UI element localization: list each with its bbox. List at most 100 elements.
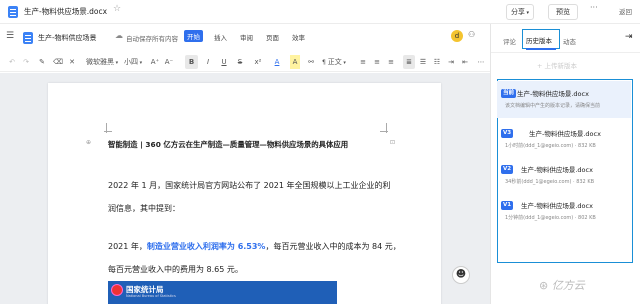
align-center-icon[interactable]: ≡ — [372, 55, 382, 69]
menu-start[interactable]: 开始 — [184, 30, 203, 42]
bold-button[interactable]: B — [185, 55, 198, 69]
version-meta: 1分钟前(ddd_1@egeio.com) · 802 KB — [505, 215, 596, 221]
divider — [491, 52, 640, 53]
more-icon[interactable]: ··· — [590, 3, 598, 12]
hamburger-menu-icon[interactable]: ☰ — [6, 31, 14, 41]
align-right-icon[interactable]: ≡ — [386, 55, 396, 69]
version-filename: 生产-物料供应场景.docx — [521, 202, 593, 210]
user-icon[interactable]: ⚇ — [468, 30, 475, 39]
nbs-banner-image[interactable]: 国家统计局 National Bureau of Statistics — [108, 281, 337, 304]
strikethrough-button[interactable]: S — [235, 55, 245, 69]
document-heading[interactable]: 智能制造 | 360 亿方云在生产制造—质量管理—物料供应场景的具体应用 — [108, 139, 348, 150]
tab-version-history[interactable]: 历史版本 — [526, 35, 552, 45]
version-meta: 该文档编辑中产生的版本记录，请确保当前 — [505, 103, 601, 109]
title-bar: 生产-物料供应场景.docx ☆ 分享 ▾ 预览 ··· 返回 — [0, 0, 640, 24]
star-icon[interactable]: ☆ — [113, 4, 121, 14]
decrease-font-icon[interactable]: A⁻ — [164, 55, 174, 69]
paragraph-style-select[interactable]: ¶ 正文 ▾ — [322, 55, 352, 69]
menu-review[interactable]: 审阅 — [240, 32, 253, 42]
version-badge: 当前 — [501, 89, 517, 98]
version-badge: V3 — [501, 129, 514, 138]
italic-button[interactable]: I — [203, 55, 213, 69]
font-family-value: 微软雅黑 — [86, 58, 114, 66]
link-icon[interactable]: ⚯ — [306, 55, 316, 69]
version-item-v1[interactable]: V1 生产-物料供应场景.docx 1分钟前(ddd_1@egeio.com) … — [497, 193, 631, 230]
assistant-bot-icon[interactable]: ☻ — [452, 266, 470, 284]
numbered-list-icon[interactable]: ☷ — [432, 55, 442, 69]
clear-format-icon[interactable]: ⌫ — [52, 55, 64, 69]
more-tools-icon[interactable]: ⋯ — [476, 55, 486, 69]
version-filename: 生产-物料供应场景.docx — [517, 90, 589, 98]
nbs-emblem-icon — [111, 284, 123, 296]
upload-new-version-button[interactable]: + 上传新版本 — [537, 60, 577, 70]
preview-button[interactable]: 预览 — [548, 4, 578, 20]
file-name: 生产-物料供应场景.docx — [24, 7, 108, 16]
outdent-icon[interactable]: ⇤ — [460, 55, 470, 69]
eraser-icon[interactable]: ✕ — [66, 55, 78, 69]
undo-icon[interactable]: ↶ — [6, 55, 18, 69]
watermark-text: 亿方云 — [551, 279, 585, 292]
font-color-button[interactable]: A — [272, 55, 282, 69]
chevron-down-icon: ▾ — [524, 10, 530, 16]
paragraph-line[interactable]: 每百元营业收入中的费用为 8.65 元。 — [108, 264, 243, 275]
align-left-icon[interactable]: ≡ — [358, 55, 368, 69]
tab-comments[interactable]: 评论 — [503, 36, 516, 46]
preview-label: 预览 — [556, 8, 570, 16]
comment-add-icon[interactable]: ⊡ — [390, 139, 395, 146]
margin-mark-vertical — [106, 123, 107, 133]
redo-icon[interactable]: ↷ — [20, 55, 32, 69]
version-filename: 生产-物料供应场景.docx — [521, 166, 593, 174]
watermark-logo-icon: ⊛ — [539, 279, 552, 292]
avatar[interactable]: d — [451, 30, 463, 42]
active-tab-underline — [526, 48, 556, 50]
paragraph-line[interactable]: 润信息，其中提到： — [108, 203, 180, 214]
menu-efficiency[interactable]: 效率 — [292, 32, 305, 42]
share-button[interactable]: 分享 ▾ — [506, 4, 534, 20]
highlight-color-button[interactable]: A — [290, 55, 300, 69]
margin-mark-vertical — [386, 123, 387, 133]
menu-insert[interactable]: 插入 — [214, 32, 227, 42]
version-item-current[interactable]: 当前 生产-物料供应场景.docx 该文档编辑中产生的版本记录，请确保当前 — [497, 81, 631, 118]
app-window: 生产-物料供应场景.docx ☆ 分享 ▾ 预览 ··· 返回 ☰ 生产-物料供… — [0, 0, 640, 304]
paragraph-line[interactable]: 2021 年，制造业营业收入利润率为 6.53%，每百元营业收入中的成本为 84… — [108, 241, 401, 252]
chevron-down-icon: ▾ — [138, 60, 143, 66]
collapse-panel-icon[interactable]: ⇥ — [625, 32, 633, 42]
chevron-down-icon: ▾ — [341, 60, 346, 66]
version-item-v2[interactable]: V2 生产-物料供应场景.docx 34秒前(ddd_1@egeio.com) … — [497, 157, 631, 194]
text-run: ，每百元营业收入中的成本为 84 元， — [265, 242, 401, 251]
document-canvas[interactable]: ⊕ ⊡ 智能制造 | 360 亿方云在生产制造—质量管理—物料供应场景的具体应用… — [0, 73, 490, 304]
increase-font-icon[interactable]: A⁺ — [150, 55, 160, 69]
align-justify-icon[interactable]: ≣ — [403, 55, 415, 69]
version-history-panel: 评论 历史版本 动态 ⇥ + 上传新版本 当前 生产-物料供应场景.docx 该… — [490, 24, 640, 304]
format-toolbar: ↶ ↷ ✎ ⌫ ✕ 微软雅黑 ▾ 小四 ▾ A⁺ A⁻ B I U S x² A… — [0, 52, 490, 72]
superscript-icon[interactable]: x² — [253, 55, 263, 69]
menu-toolbar: ☰ 生产-物料供应场景 ☁ 自动保存所有内容 开始 插入 审阅 页面 效率 d … — [0, 26, 490, 50]
version-meta: 1小时前(ddd_1@egeio.com) · 832 KB — [505, 143, 596, 149]
menu-page[interactable]: 页面 — [266, 32, 279, 42]
font-size-select[interactable]: 小四 ▾ — [124, 55, 148, 69]
underline-button[interactable]: U — [219, 55, 229, 69]
version-meta: 34秒前(ddd_1@egeio.com) · 832 KB — [505, 179, 595, 185]
back-button[interactable]: 返回 — [619, 6, 632, 16]
tab-activity[interactable]: 动态 — [563, 36, 576, 46]
format-painter-icon[interactable]: ✎ — [36, 55, 48, 69]
watermark: ⊛ 亿方云 — [539, 277, 585, 293]
autosave-status: 自动保存所有内容 — [126, 35, 178, 43]
paragraph-line[interactable]: 2022 年 1 月，国家统计局官方网站公布了 2021 年全国规模以上工业企业… — [108, 180, 391, 191]
plus-icon: + — [537, 62, 545, 70]
document-page[interactable]: ⊕ ⊡ 智能制造 | 360 亿方云在生产制造—质量管理—物料供应场景的具体应用… — [48, 83, 441, 304]
highlighted-text: 制造业营业收入利润率为 6.53% — [146, 242, 266, 251]
version-item-v3[interactable]: V3 生产-物料供应场景.docx 1小时前(ddd_1@egeio.com) … — [497, 121, 631, 158]
text-run: 2021 年， — [108, 242, 147, 251]
banner-subtitle: National Bureau of Statistics — [126, 294, 176, 298]
chevron-down-icon: ▾ — [114, 60, 119, 66]
paragraph-style-value: 正文 — [327, 58, 342, 66]
paragraph-handle-icon[interactable]: ⊕ — [86, 139, 91, 146]
indent-icon[interactable]: ⇥ — [446, 55, 456, 69]
document-icon — [8, 6, 18, 18]
document-title[interactable]: 生产-物料供应场景 — [38, 33, 97, 43]
font-family-select[interactable]: 微软雅黑 ▾ — [86, 55, 120, 69]
bullet-list-icon[interactable]: ☰ — [418, 55, 428, 69]
upload-label: 上传新版本 — [544, 62, 578, 70]
share-label: 分享 — [510, 8, 525, 16]
